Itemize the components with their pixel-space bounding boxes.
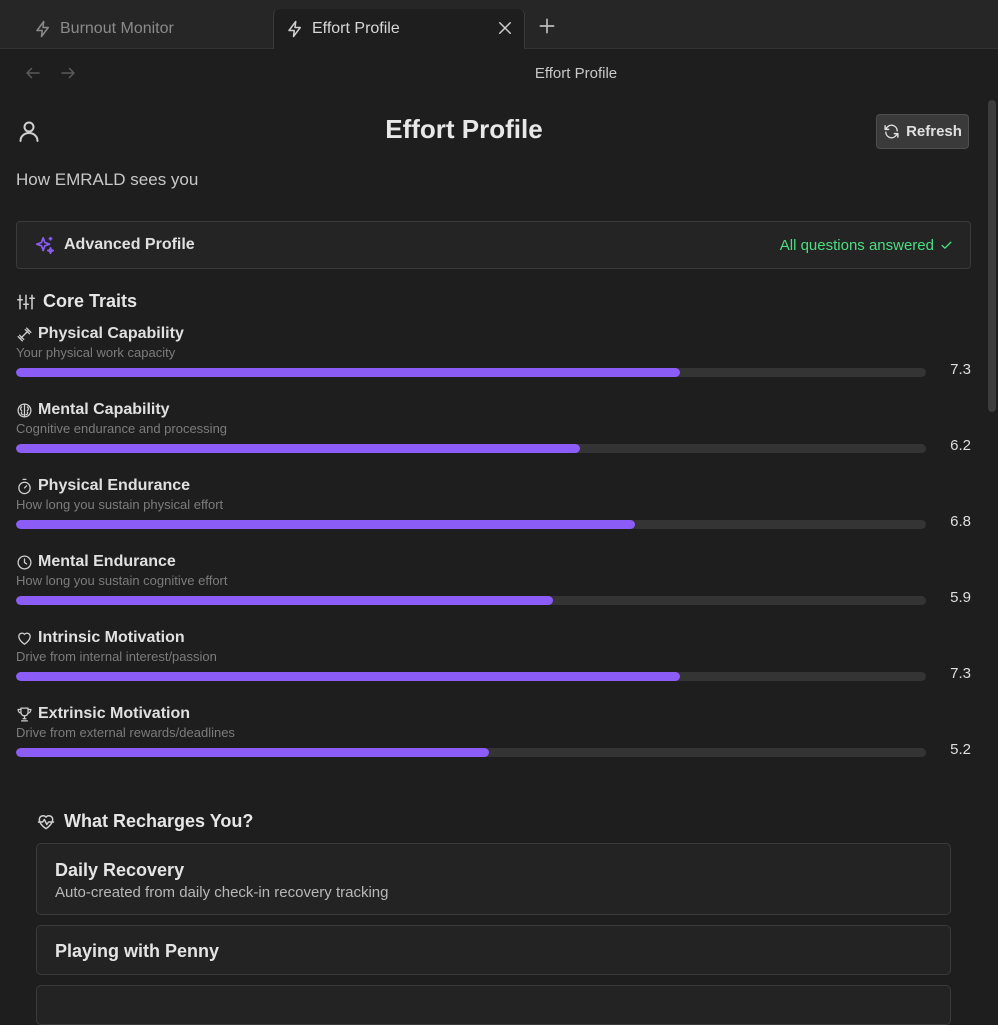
progress-track	[16, 444, 926, 453]
advanced-profile-title: Advanced Profile	[64, 236, 195, 253]
trait-value: 5.2	[950, 741, 971, 758]
trait-physical-capability: Physical Capability Your physical work c…	[16, 325, 971, 401]
trait-value: 7.3	[950, 665, 971, 682]
core-traits-heading: Core Traits	[17, 291, 137, 312]
status-badge: All questions answered	[780, 237, 953, 254]
recharge-heading: What Recharges You?	[36, 811, 253, 832]
progress-track	[16, 368, 926, 377]
clock-icon	[16, 554, 33, 571]
progress-track	[16, 672, 926, 681]
trait-mental-endurance: Mental Endurance How long you sustain co…	[16, 553, 971, 629]
tab-burnout-monitor[interactable]: Burnout Monitor	[0, 9, 273, 49]
bolt-icon	[286, 20, 304, 38]
progress-fill	[16, 520, 635, 529]
trait-physical-endurance: Physical Endurance How long you sustain …	[16, 477, 971, 553]
check-icon	[941, 241, 952, 249]
progress-track	[16, 748, 926, 757]
tab-bar: Burnout Monitor Effort Profile	[0, 0, 998, 49]
refresh-label: Refresh	[906, 123, 962, 140]
nav-bar: Effort Profile	[0, 49, 998, 99]
trait-label: Mental Capability	[38, 401, 170, 418]
trait-description: How long you sustain cognitive effort	[16, 573, 228, 588]
recharge-item-title: Daily Recovery	[55, 860, 185, 880]
trait-label: Physical Endurance	[38, 477, 191, 494]
page-title: Effort Profile	[385, 114, 543, 144]
recharge-item-daily-recovery[interactable]: Daily Recovery Auto-created from daily c…	[36, 843, 951, 915]
trait-extrinsic-motivation: Extrinsic Motivation Drive from external…	[16, 705, 971, 781]
trait-value: 6.2	[950, 437, 971, 454]
trait-intrinsic-motivation: Intrinsic Motivation Drive from internal…	[16, 629, 971, 705]
trait-value: 7.3	[950, 361, 971, 378]
heart-pulse-icon	[37, 814, 55, 829]
recharge-item-title: Playing with Penny	[55, 941, 220, 961]
trait-label: Extrinsic Motivation	[38, 705, 191, 722]
trait-description: Your physical work capacity	[16, 345, 176, 360]
refresh-button[interactable]: Refresh	[876, 114, 969, 149]
trait-label: Mental Endurance	[38, 553, 176, 570]
progress-track	[16, 520, 926, 529]
trait-value: 6.8	[950, 513, 971, 530]
brain-icon	[16, 402, 33, 419]
sliders-icon	[17, 294, 35, 309]
progress-fill	[16, 748, 490, 757]
scrollbar-thumb[interactable]	[988, 100, 996, 412]
progress-fill	[16, 444, 581, 453]
trait-value: 5.9	[950, 589, 971, 606]
page-subtitle: How EMRALD sees you	[16, 170, 199, 189]
recharge-item-desc: Auto-created from daily check-in recover…	[55, 884, 389, 901]
bolt-icon	[34, 20, 52, 38]
status-text: All questions answered	[779, 237, 934, 254]
progress-fill	[16, 672, 681, 681]
refresh-icon	[884, 124, 899, 139]
trait-label: Intrinsic Motivation	[38, 629, 185, 646]
trait-description: Drive from external rewards/deadlines	[16, 725, 235, 740]
heart-icon	[16, 630, 33, 647]
progress-fill	[16, 368, 681, 377]
trait-label: Physical Capability	[38, 325, 184, 342]
progress-fill	[16, 596, 553, 605]
tab-effort-profile[interactable]: Effort Profile	[273, 9, 525, 49]
dumbbell-icon	[16, 326, 33, 343]
new-tab-plus-icon[interactable]	[537, 16, 557, 36]
tab-label: Burnout Monitor	[60, 20, 174, 37]
progress-track	[16, 596, 926, 605]
recharge-item-playing-with-penny[interactable]: Playing with Penny	[36, 925, 951, 975]
trait-mental-capability: Mental Capability Cognitive endurance an…	[16, 401, 971, 477]
timer-icon	[16, 478, 33, 495]
nav-title: Effort Profile	[534, 65, 618, 82]
trophy-icon	[16, 706, 33, 723]
close-icon[interactable]	[496, 19, 514, 37]
trait-description: Cognitive endurance and processing	[16, 421, 228, 436]
trait-description: Drive from internal interest/passion	[16, 649, 217, 664]
tab-label: Effort Profile	[312, 20, 400, 37]
advanced-profile-card[interactable]: Advanced Profile All questions answered	[16, 221, 971, 269]
sparkles-icon	[34, 235, 56, 257]
trait-description: How long you sustain physical effort	[16, 497, 224, 512]
recharge-item[interactable]	[36, 985, 951, 1025]
